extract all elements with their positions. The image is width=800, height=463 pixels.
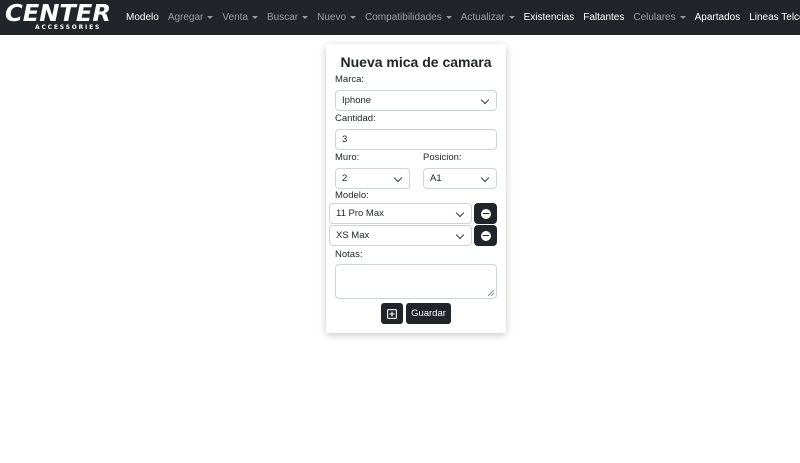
nav-item-label: Modelo (126, 12, 159, 23)
cantidad-input[interactable]: 3 (335, 129, 497, 150)
nav-item-modelo[interactable]: Modelo (126, 12, 159, 23)
nav-item-faltantes[interactable]: Faltantes (583, 12, 624, 23)
nav-item-label: Celulares (633, 12, 676, 23)
nav-item-compatibilidades[interactable]: Compatibilidades (365, 12, 452, 23)
caret-down-icon (302, 16, 309, 19)
notas-label: Notas: (335, 249, 363, 260)
nav-item-label: Nuevo (317, 12, 347, 23)
nav-item-agregar[interactable]: Agregar (168, 12, 214, 23)
nav-item-label: Existencias (523, 12, 575, 23)
nav-item-buscar[interactable]: Buscar (266, 12, 309, 23)
nav-item-actualizar[interactable]: Actualizar (461, 12, 515, 23)
nav-item-venta[interactable]: Venta (222, 12, 258, 23)
nav-item-existencias[interactable]: Existencias (524, 12, 575, 23)
dash-circle-icon (480, 208, 491, 219)
form-title: Nueva mica de camara (340, 54, 492, 70)
marca-select-value: Iphone (342, 95, 372, 106)
add-modelo-button[interactable] (381, 303, 403, 324)
modelo-select-2-value: XS Max (336, 230, 370, 241)
caret-down-icon (508, 16, 515, 19)
resize-handle-icon[interactable] (488, 290, 494, 296)
nav-item-lineas-telcel[interactable]: Lineas Telcel (749, 12, 800, 23)
chevron-down-icon (480, 95, 490, 105)
modelo-select-2[interactable]: XS Max (329, 225, 472, 246)
modelo-label: Modelo: (335, 190, 369, 201)
nav-item-nuevo[interactable]: Nuevo (317, 12, 357, 23)
nav-menu: Modelo Agregar Venta Buscar Nuevo Compatibili… (126, 0, 800, 35)
dash-circle-icon (480, 230, 491, 241)
nav-item-label: Actualizar (460, 12, 505, 23)
nav-item-label: Venta (222, 12, 248, 23)
remove-modelo-1-button[interactable] (474, 203, 497, 224)
cantidad-label: Cantidad: (335, 113, 376, 124)
muro-select-value: 2 (342, 173, 348, 184)
form-card: Nueva mica de camara Marca: Iphone Canti… (326, 44, 506, 333)
caret-down-icon (445, 16, 452, 19)
chevron-down-icon (480, 173, 490, 183)
nav-item-label: Agregar (167, 12, 204, 23)
posicion-label: Posicion: (423, 152, 462, 163)
chevron-down-icon (393, 173, 403, 183)
brand-logo-subtext: ACCESSORIES (35, 24, 102, 31)
muro-label: Muro: (335, 152, 360, 163)
nav-item-label: Lineas Telcel (749, 12, 800, 23)
remove-modelo-2-button[interactable] (474, 225, 497, 246)
navbar: CENTER ACCESSORIES Modelo Agregar Venta Bus… (0, 0, 800, 35)
modelo-select-1[interactable]: 11 Pro Max (329, 203, 472, 224)
posicion-select[interactable]: A1 (423, 168, 497, 189)
caret-down-icon (207, 16, 214, 19)
plus-square-icon (387, 308, 397, 319)
muro-select[interactable]: 2 (335, 168, 410, 189)
nav-item-label: Apartados (694, 12, 741, 23)
brand-logo[interactable]: CENTER ACCESSORIES (5, 1, 115, 31)
modelo-select-1-value: 11 Pro Max (336, 208, 384, 219)
chevron-down-icon (455, 208, 465, 218)
caret-down-icon (350, 16, 357, 19)
posicion-select-value: A1 (430, 173, 442, 184)
nav-item-label: Compatibilidades (365, 12, 442, 23)
marca-select[interactable]: Iphone (335, 90, 497, 111)
marca-label: Marca: (335, 74, 365, 85)
nav-item-celulares[interactable]: Celulares (633, 12, 686, 23)
caret-down-icon (251, 16, 258, 19)
nav-item-label: Faltantes (583, 12, 625, 23)
save-button[interactable]: Guardar (406, 303, 451, 324)
nav-item-apartados[interactable]: Apartados (695, 12, 741, 23)
caret-down-icon (679, 16, 686, 19)
chevron-down-icon (455, 230, 465, 240)
nav-item-label: Buscar (266, 12, 299, 23)
notas-textarea[interactable] (335, 264, 497, 299)
cantidad-input-value: 3 (342, 134, 348, 145)
